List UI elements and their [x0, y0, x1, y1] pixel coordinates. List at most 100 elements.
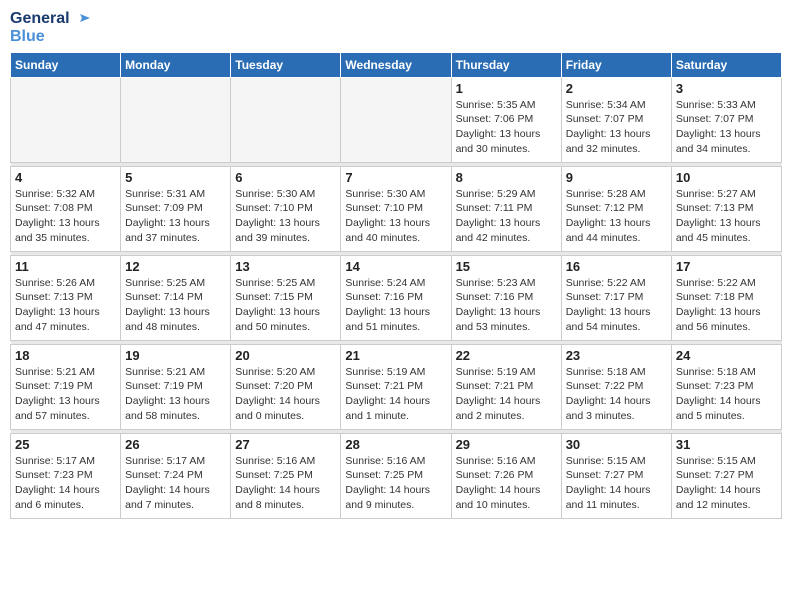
day-info: Sunrise: 5:31 AM Sunset: 7:09 PM Dayligh…: [125, 187, 226, 246]
day-number: 21: [345, 348, 446, 363]
day-info: Sunrise: 5:21 AM Sunset: 7:19 PM Dayligh…: [15, 365, 116, 424]
week-row: 4 Sunrise: 5:32 AM Sunset: 7:08 PM Daylig…: [11, 166, 782, 251]
calendar-cell: 22 Sunrise: 5:19 AM Sunset: 7:21 PM Dayli…: [451, 344, 561, 429]
week-row: 1 Sunrise: 5:35 AM Sunset: 7:06 PM Daylig…: [11, 77, 782, 162]
day-info: Sunrise: 5:30 AM Sunset: 7:10 PM Dayligh…: [235, 187, 336, 246]
calendar-cell: 9Sunrise: 5:28 AM Sunset: 7:12 PM Daylig…: [561, 166, 671, 251]
day-number: 1: [456, 81, 557, 96]
day-info: Sunrise: 5:17 AM Sunset: 7:23 PM Dayligh…: [15, 454, 116, 513]
week-row: 18 Sunrise: 5:21 AM Sunset: 7:19 PM Dayli…: [11, 344, 782, 429]
calendar-table: SundayMondayTuesdayWednesdayThursdayFrid…: [10, 52, 782, 519]
day-number: 14: [345, 259, 446, 274]
day-number: 27: [235, 437, 336, 452]
day-number: 3: [676, 81, 777, 96]
weekday-header: Saturday: [671, 52, 781, 77]
day-info: Sunrise: 5:15 AM Sunset: 7:27 PM Dayligh…: [566, 454, 667, 513]
day-info: Sunrise: 5:24 AM Sunset: 7:16 PM Dayligh…: [345, 276, 446, 335]
weekday-header: Thursday: [451, 52, 561, 77]
week-row: 11 Sunrise: 5:26 AM Sunset: 7:13 PM Dayli…: [11, 255, 782, 340]
calendar-cell: 6 Sunrise: 5:30 AM Sunset: 7:10 PM Daylig…: [231, 166, 341, 251]
day-info: Sunrise: 5:35 AM Sunset: 7:06 PM Dayligh…: [456, 98, 557, 157]
day-info: Sunrise: 5:20 AM Sunset: 7:20 PM Dayligh…: [235, 365, 336, 424]
day-number: 2: [566, 81, 667, 96]
day-number: 13: [235, 259, 336, 274]
logo-blue: Blue: [10, 28, 45, 46]
day-number: 25: [15, 437, 116, 452]
day-number: 12: [125, 259, 226, 274]
day-info: Sunrise: 5:25 AM Sunset: 7:14 PM Dayligh…: [125, 276, 226, 335]
calendar-cell: 24 Sunrise: 5:18 AM Sunset: 7:23 PM Dayli…: [671, 344, 781, 429]
day-info: Sunrise: 5:21 AM Sunset: 7:19 PM Dayligh…: [125, 365, 226, 424]
calendar-cell: 28 Sunrise: 5:16 AM Sunset: 7:25 PM Dayli…: [341, 433, 451, 518]
calendar-cell: 7 Sunrise: 5:30 AM Sunset: 7:10 PM Daylig…: [341, 166, 451, 251]
page-header: General Blue: [10, 10, 782, 46]
weekday-header: Monday: [121, 52, 231, 77]
calendar-cell: 11 Sunrise: 5:26 AM Sunset: 7:13 PM Dayli…: [11, 255, 121, 340]
day-info: Sunrise: 5:32 AM Sunset: 7:08 PM Dayligh…: [15, 187, 116, 246]
day-info: Sunrise: 5:22 AM Sunset: 7:17 PM Dayligh…: [566, 276, 667, 335]
logo-bird-icon: [72, 10, 90, 28]
calendar-cell: 8Sunrise: 5:29 AM Sunset: 7:11 PM Daylig…: [451, 166, 561, 251]
calendar-cell: 13 Sunrise: 5:25 AM Sunset: 7:15 PM Dayli…: [231, 255, 341, 340]
day-number: 31: [676, 437, 777, 452]
calendar-cell: [231, 77, 341, 162]
day-number: 18: [15, 348, 116, 363]
calendar-cell: 26Sunrise: 5:17 AM Sunset: 7:24 PM Dayli…: [121, 433, 231, 518]
calendar-header-row: SundayMondayTuesdayWednesdayThursdayFrid…: [11, 52, 782, 77]
logo-text: General Blue: [10, 10, 90, 46]
day-number: 11: [15, 259, 116, 274]
weekday-header: Tuesday: [231, 52, 341, 77]
calendar-cell: 21 Sunrise: 5:19 AM Sunset: 7:21 PM Dayli…: [341, 344, 451, 429]
calendar-cell: 12 Sunrise: 5:25 AM Sunset: 7:14 PM Dayli…: [121, 255, 231, 340]
weekday-header: Sunday: [11, 52, 121, 77]
logo-general: General: [10, 10, 70, 28]
calendar-cell: 19 Sunrise: 5:21 AM Sunset: 7:19 PM Dayli…: [121, 344, 231, 429]
calendar-cell: 1 Sunrise: 5:35 AM Sunset: 7:06 PM Daylig…: [451, 77, 561, 162]
day-info: Sunrise: 5:28 AM Sunset: 7:12 PM Dayligh…: [566, 187, 667, 246]
day-number: 28: [345, 437, 446, 452]
calendar-cell: 10 Sunrise: 5:27 AM Sunset: 7:13 PM Dayli…: [671, 166, 781, 251]
day-info: Sunrise: 5:15 AM Sunset: 7:27 PM Dayligh…: [676, 454, 777, 513]
day-info: Sunrise: 5:23 AM Sunset: 7:16 PM Dayligh…: [456, 276, 557, 335]
day-info: Sunrise: 5:19 AM Sunset: 7:21 PM Dayligh…: [456, 365, 557, 424]
day-info: Sunrise: 5:17 AM Sunset: 7:24 PM Dayligh…: [125, 454, 226, 513]
day-number: 19: [125, 348, 226, 363]
day-info: Sunrise: 5:18 AM Sunset: 7:23 PM Dayligh…: [676, 365, 777, 424]
day-number: 16: [566, 259, 667, 274]
day-number: 8: [456, 170, 557, 185]
calendar-cell: 15 Sunrise: 5:23 AM Sunset: 7:16 PM Dayli…: [451, 255, 561, 340]
calendar-cell: 23Sunrise: 5:18 AM Sunset: 7:22 PM Dayli…: [561, 344, 671, 429]
day-number: 6: [235, 170, 336, 185]
calendar-cell: 16 Sunrise: 5:22 AM Sunset: 7:17 PM Dayli…: [561, 255, 671, 340]
day-number: 30: [566, 437, 667, 452]
day-number: 24: [676, 348, 777, 363]
day-number: 4: [15, 170, 116, 185]
calendar-cell: [11, 77, 121, 162]
calendar-cell: 30 Sunrise: 5:15 AM Sunset: 7:27 PM Dayli…: [561, 433, 671, 518]
day-info: Sunrise: 5:16 AM Sunset: 7:25 PM Dayligh…: [235, 454, 336, 513]
day-number: 20: [235, 348, 336, 363]
weekday-header: Friday: [561, 52, 671, 77]
day-number: 22: [456, 348, 557, 363]
day-info: Sunrise: 5:30 AM Sunset: 7:10 PM Dayligh…: [345, 187, 446, 246]
calendar-cell: 5Sunrise: 5:31 AM Sunset: 7:09 PM Daylig…: [121, 166, 231, 251]
day-number: 15: [456, 259, 557, 274]
day-info: Sunrise: 5:25 AM Sunset: 7:15 PM Dayligh…: [235, 276, 336, 335]
day-info: Sunrise: 5:33 AM Sunset: 7:07 PM Dayligh…: [676, 98, 777, 157]
calendar-cell: 3 Sunrise: 5:33 AM Sunset: 7:07 PM Daylig…: [671, 77, 781, 162]
calendar-cell: 25 Sunrise: 5:17 AM Sunset: 7:23 PM Dayli…: [11, 433, 121, 518]
weekday-header: Wednesday: [341, 52, 451, 77]
calendar-cell: 4 Sunrise: 5:32 AM Sunset: 7:08 PM Daylig…: [11, 166, 121, 251]
day-info: Sunrise: 5:34 AM Sunset: 7:07 PM Dayligh…: [566, 98, 667, 157]
day-info: Sunrise: 5:19 AM Sunset: 7:21 PM Dayligh…: [345, 365, 446, 424]
calendar-cell: 31 Sunrise: 5:15 AM Sunset: 7:27 PM Dayli…: [671, 433, 781, 518]
calendar-cell: 27 Sunrise: 5:16 AM Sunset: 7:25 PM Dayli…: [231, 433, 341, 518]
calendar-cell: [121, 77, 231, 162]
day-info: Sunrise: 5:26 AM Sunset: 7:13 PM Dayligh…: [15, 276, 116, 335]
calendar-cell: 20 Sunrise: 5:20 AM Sunset: 7:20 PM Dayli…: [231, 344, 341, 429]
day-info: Sunrise: 5:16 AM Sunset: 7:25 PM Dayligh…: [345, 454, 446, 513]
day-info: Sunrise: 5:27 AM Sunset: 7:13 PM Dayligh…: [676, 187, 777, 246]
calendar-cell: 17Sunrise: 5:22 AM Sunset: 7:18 PM Dayli…: [671, 255, 781, 340]
day-number: 10: [676, 170, 777, 185]
day-number: 7: [345, 170, 446, 185]
